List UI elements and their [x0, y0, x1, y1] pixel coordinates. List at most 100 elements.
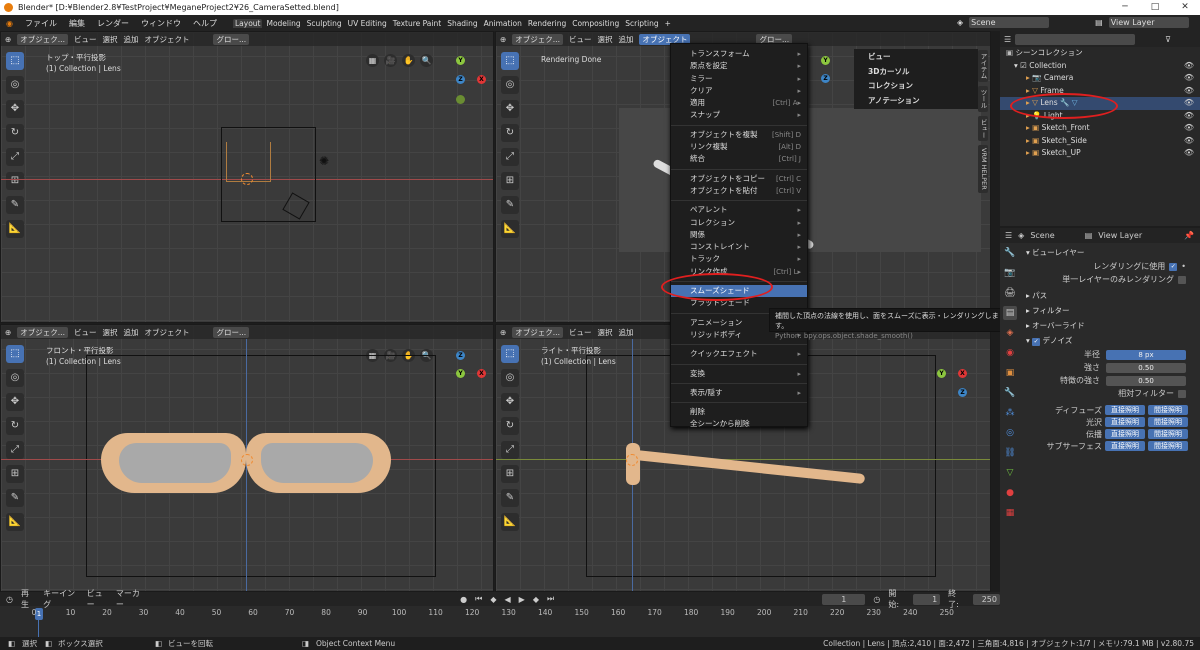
measure-tool-icon[interactable]: 📐 [501, 220, 519, 238]
outliner-item-sketch-front[interactable]: ▸ ▣ Sketch_Front 👁 [1000, 122, 1200, 135]
outliner-editor-icon[interactable]: ☰ [1004, 35, 1011, 44]
tab-modeling[interactable]: Modeling [264, 19, 302, 28]
tab-tool[interactable]: ツール [978, 86, 988, 112]
play-reverse-icon[interactable]: ◀ [505, 595, 511, 604]
move-tool-icon[interactable]: ✥ [501, 100, 519, 118]
tab-scripting[interactable]: Scripting [623, 19, 660, 28]
outliner-collection[interactable]: ▾ ☑ Collection 👁 [1000, 60, 1200, 73]
annotate-tool-icon[interactable]: ✎ [501, 196, 519, 214]
menu-item-parent[interactable]: ペアレント ▸ [671, 204, 807, 216]
scale-tool-icon[interactable]: ⤢ [6, 441, 24, 459]
menu-item-clear[interactable]: クリア ▸ [671, 85, 807, 97]
properties-editor-icon[interactable]: ☰ [1005, 231, 1012, 240]
viewport-top[interactable]: ⊕ オブジェク... ビュー 選択 追加 オブジェクト グロー... ⬚ ◎ ✥… [0, 31, 494, 323]
scale-tool-icon[interactable]: ⤢ [6, 148, 24, 166]
menu-item-delete-global[interactable]: 全シーンから削除 [671, 418, 807, 430]
transform-orientation[interactable]: グロー... [213, 326, 250, 338]
minimize-button[interactable]: ─ [1110, 0, 1140, 15]
single-layer-checkbox[interactable] [1178, 275, 1186, 284]
axis-x-icon[interactable]: X [958, 369, 967, 378]
rotate-tool-icon[interactable]: ↻ [6, 417, 24, 435]
outliner-scene-collection[interactable]: ▣ シーンコレクション [1000, 47, 1200, 60]
menu-add[interactable]: 追加 [123, 34, 138, 45]
axis-y-icon[interactable]: Y [456, 369, 465, 378]
strength-field[interactable]: 0.50 [1106, 362, 1186, 373]
transform-tool-icon[interactable]: ⊞ [6, 172, 24, 190]
section-denoise[interactable]: ▾ ✓ デノイズ [1000, 333, 1200, 348]
timeline-editor-icon[interactable]: ◷ [6, 595, 13, 604]
measure-tool-icon[interactable]: 📐 [501, 513, 519, 531]
diffuse-indirect-button[interactable]: 間接照明 [1148, 405, 1188, 415]
menu-file[interactable]: ファイル [23, 18, 59, 29]
annotate-tool-icon[interactable]: ✎ [6, 196, 24, 214]
mode-selector[interactable]: オブジェク... [512, 326, 563, 338]
eye-icon[interactable]: 👁 [1184, 110, 1194, 123]
eye-icon[interactable]: 👁 [1184, 147, 1194, 160]
tab-item[interactable]: アイテム [978, 50, 988, 82]
transform-tool-icon[interactable]: ⊞ [6, 465, 24, 483]
outliner-item-sketch-up[interactable]: ▸ ▣ Sketch_UP 👁 [1000, 147, 1200, 160]
clock-icon[interactable]: ◷ [873, 595, 880, 604]
physics-tab-icon[interactable]: ◎ [1003, 426, 1017, 440]
menu-view[interactable]: ビュー [74, 34, 97, 45]
rotate-tool-icon[interactable]: ↻ [501, 417, 519, 435]
transform-tool-icon[interactable]: ⊞ [501, 172, 519, 190]
select-tool-icon[interactable]: ⬚ [501, 52, 519, 70]
scene-icon[interactable]: ◈ [955, 18, 965, 27]
tab-sculpting[interactable]: Sculpting [305, 19, 344, 28]
viewport-front[interactable]: ⊕ オブジェク... ビュー 選択 追加 オブジェクト グロー... ⬚ ◎ ✥… [0, 324, 494, 592]
measure-tool-icon[interactable]: 📐 [6, 220, 24, 238]
eye-icon[interactable]: 👁 [1184, 122, 1194, 135]
move-tool-icon[interactable]: ✥ [6, 393, 24, 411]
menu-item-relations[interactable]: 関係 ▸ [671, 229, 807, 241]
feature-strength-field[interactable]: 0.50 [1106, 375, 1186, 386]
glossy-direct-button[interactable]: 直接照明 [1105, 417, 1145, 427]
menu-item-convert[interactable]: 変換 ▸ [671, 368, 807, 380]
select-tool-icon[interactable]: ⬚ [6, 345, 24, 363]
menu-view[interactable]: ビュー [74, 327, 97, 338]
tab-compositing[interactable]: Compositing [570, 19, 621, 28]
menu-item-duplicate[interactable]: オブジェクトを複製 [Shift] D [671, 129, 807, 141]
submenu-view[interactable]: ビュー [854, 50, 978, 65]
tab-view[interactable]: ビュー [978, 115, 988, 141]
rotate-tool-icon[interactable]: ↻ [501, 124, 519, 142]
pin-icon[interactable]: 📌 [1184, 231, 1194, 240]
submenu-3d-cursor[interactable]: 3Dカーソル [854, 65, 978, 80]
scale-tool-icon[interactable]: ⤢ [501, 441, 519, 459]
menu-item-snap[interactable]: スナップ ▸ [671, 109, 807, 121]
eye-icon[interactable]: 👁 [1184, 97, 1194, 110]
move-tool-icon[interactable]: ✥ [6, 100, 24, 118]
scene-tab-icon[interactable]: ◈ [1003, 326, 1017, 340]
menu-object[interactable]: オブジェクト [144, 327, 189, 338]
scene-selector[interactable]: Scene [969, 17, 1050, 28]
camera-view-icon[interactable]: 🎥 [384, 54, 397, 67]
cursor-tool-icon[interactable]: ◎ [6, 369, 24, 387]
editor-type-icon[interactable]: ⊕ [5, 328, 11, 337]
menu-item-join[interactable]: 統合 [Ctrl] J [671, 153, 807, 165]
menu-select[interactable]: 選択 [102, 327, 117, 338]
rotate-tool-icon[interactable]: ↻ [6, 124, 24, 142]
tab-texture-paint[interactable]: Texture Paint [391, 19, 443, 28]
material-tab-icon[interactable]: ● [1003, 486, 1017, 500]
menu-item-set-origin[interactable]: 原点を設定 ▸ [671, 60, 807, 72]
subsurface-direct-button[interactable]: 直接照明 [1105, 441, 1145, 451]
zoom-icon[interactable]: 🔍 [420, 54, 433, 67]
view-layer-tab-icon[interactable]: ▤ [1003, 306, 1017, 320]
tab-vrm-helper[interactable]: VRM HELPER [978, 145, 988, 193]
section-view-layer[interactable]: ▾ ビューレイヤー [1000, 245, 1200, 260]
eye-icon[interactable]: 👁 [1184, 135, 1194, 148]
transform-orientation[interactable]: グロー... [213, 33, 250, 45]
menu-edit[interactable]: 編集 [67, 18, 87, 29]
menu-add[interactable]: 追加 [618, 34, 633, 45]
menu-item-mirror[interactable]: ミラー ▸ [671, 73, 807, 85]
tab-layout[interactable]: Layout [232, 18, 263, 28]
measure-tool-icon[interactable]: 📐 [6, 513, 24, 531]
menu-add[interactable]: 追加 [123, 327, 138, 338]
menu-item-duplicate-linked[interactable]: リンク複製 [Alt] D [671, 141, 807, 153]
eye-icon[interactable]: 👁 [1184, 72, 1194, 85]
end-frame-field[interactable]: 250 [972, 593, 1000, 605]
radius-field[interactable]: 8 px [1106, 349, 1186, 360]
axis-x-icon[interactable]: X [477, 369, 486, 378]
axis-y-icon[interactable]: Y [456, 56, 465, 65]
submenu-annotation[interactable]: アノテーション [854, 94, 978, 109]
